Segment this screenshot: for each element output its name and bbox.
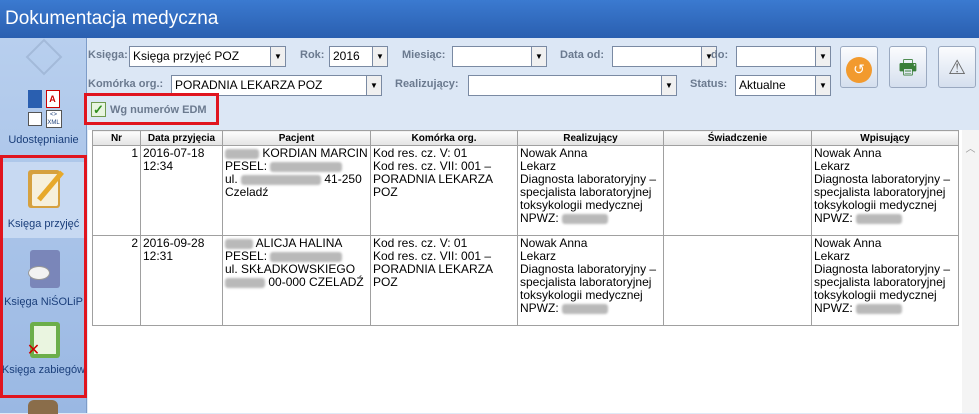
cell-pacjent: ALICJA HALINA PESEL: ul. SKŁADKOWSKIEGO … (222, 235, 371, 326)
cell-nr: 2 (92, 235, 141, 326)
status-select[interactable]: Aktualne ▼ (735, 75, 831, 96)
next-item-icon[interactable] (28, 400, 58, 414)
print-button[interactable]: 🖶 (889, 46, 927, 88)
do-label: do: (711, 49, 729, 61)
chevron-down-icon: ▼ (815, 76, 830, 95)
chevron-up-icon[interactable]: ︿ (962, 140, 979, 155)
chevron-down-icon: ▼ (366, 76, 381, 95)
column-header-data[interactable]: Data przyjęcia (140, 130, 223, 146)
warning-icon: ⚠ (948, 55, 966, 79)
status-label: Status: (690, 78, 728, 90)
cell-realizujacy: Nowak Anna Lekarz Diagnosta laboratoryjny … (517, 145, 664, 236)
chevron-down-icon: ▼ (661, 76, 676, 95)
cell-komorka: Kod res. cz. V: 01 Kod res. cz. VII: 001 … (370, 235, 518, 326)
data-od-label: Data od: (560, 49, 604, 61)
rok-select[interactable]: 2016 ▼ (329, 46, 388, 67)
column-header-pacjent[interactable]: Pacjent (222, 130, 371, 146)
cell-realizujacy: Nowak Anna Lekarz Diagnosta laboratoryjny … (517, 235, 664, 326)
do-select[interactable]: ▼ (736, 46, 831, 67)
cell-pacjent: KORDIAN MARCIN PESEL: ul. 41-250 Czeladź (222, 145, 371, 236)
cell-wpisujacy: Nowak Anna Lekarz Diagnosta laboratoryjny … (811, 235, 959, 326)
komorka-label: Komórka org.: (88, 78, 164, 90)
realizujacy-label: Realizujący: (395, 78, 459, 90)
column-header-nr[interactable]: Nr (92, 130, 141, 146)
ksiega-select[interactable]: Księga przyjęć POZ ▼ (129, 46, 286, 67)
sidebar-item-udostepnianie[interactable]: A <> XML Udostępnianie (0, 88, 87, 146)
column-header-swiadczenie[interactable]: Świadczenie (663, 130, 812, 146)
filter-toolbar: Księga: Księga przyjęć POZ ▼ Rok: 2016 ▼ M… (88, 38, 979, 130)
chevron-down-icon: ▼ (372, 47, 387, 66)
realizujacy-select[interactable]: ▼ (468, 75, 677, 96)
ksiega-label: Księga: (88, 49, 128, 61)
records-grid: Nr Data przyjęcia Pacjent Komórka org. R… (88, 130, 979, 413)
vertical-scrollbar[interactable]: ︿ (962, 130, 979, 413)
pdf-xml-icon: A <> XML (22, 88, 66, 132)
refresh-button[interactable]: ↺ (840, 46, 878, 88)
sidebar-item-label: Udostępnianie (8, 134, 79, 146)
refresh-icon: ↺ (846, 57, 872, 83)
table-row[interactable]: 2 2016-09-28 12:31 ALICJA HALINA PESEL: … (92, 235, 959, 326)
cell-wpisujacy: Nowak Anna Lekarz Diagnosta laboratoryjny … (811, 145, 959, 236)
sidebar-highlight (0, 155, 87, 398)
miesiac-label: Miesiąc: (402, 49, 446, 61)
diamond-icon (25, 38, 62, 76)
warning-button[interactable]: ⚠ (938, 46, 976, 88)
chevron-down-icon: ▼ (531, 47, 546, 66)
records-table: Nr Data przyjęcia Pacjent Komórka org. R… (92, 130, 959, 326)
sidebar-item-top[interactable] (0, 38, 87, 76)
column-header-realizujacy[interactable]: Realizujący (517, 130, 664, 146)
table-row[interactable]: 1 2016-07-18 12:34 KORDIAN MARCIN PESEL:… (92, 145, 959, 236)
miesiac-select[interactable]: ▼ (452, 46, 547, 67)
chevron-down-icon: ▼ (270, 47, 285, 66)
cell-komorka: Kod res. cz. V: 01 Kod res. cz. VII: 001 … (370, 145, 518, 236)
printer-icon: 🖶 (898, 55, 918, 79)
data-od-select[interactable]: ▼ (612, 46, 717, 67)
rok-label: Rok: (300, 49, 325, 61)
table-header: Nr Data przyjęcia Pacjent Komórka org. R… (92, 130, 959, 146)
cell-swiadczenie (663, 145, 812, 236)
edm-highlight (84, 93, 219, 125)
cell-data: 2016-07-18 12:34 (140, 145, 223, 236)
chevron-down-icon: ▼ (815, 47, 830, 66)
column-header-wpisujacy[interactable]: Wpisujący (811, 130, 959, 146)
column-header-komorka[interactable]: Komórka org. (370, 130, 518, 146)
cell-data: 2016-09-28 12:31 (140, 235, 223, 326)
window-title: Dokumentacja medyczna (0, 0, 979, 38)
cell-swiadczenie (663, 235, 812, 326)
cell-nr: 1 (92, 145, 141, 236)
